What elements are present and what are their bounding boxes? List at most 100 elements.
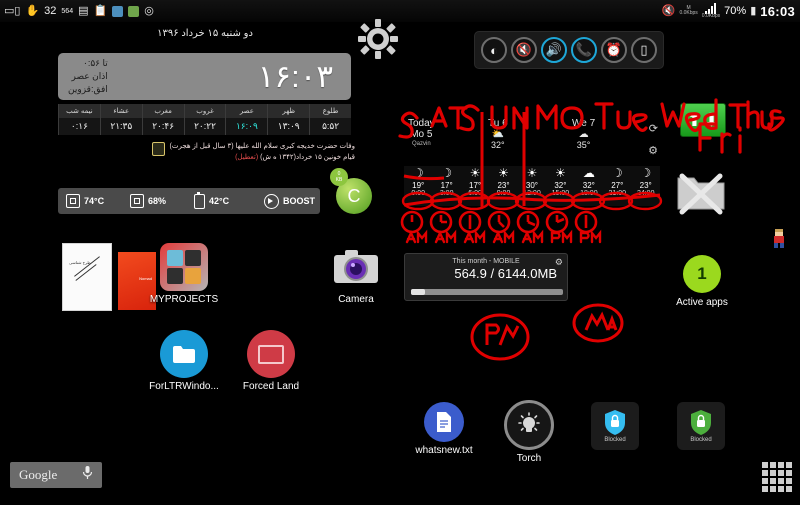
data-usage-value: 564.9 / 6144.0MB: [454, 266, 557, 281]
holiday-badge: (تعطیل): [235, 154, 259, 161]
clipboard-icon: 📋: [93, 4, 108, 17]
hour-time: 9:00: [496, 190, 511, 197]
app-blocked-green[interactable]: Blocked: [658, 402, 744, 450]
moon-icon: ☽: [412, 166, 424, 180]
folder-cancel-icon[interactable]: [672, 168, 730, 216]
battery-temp-icon: [194, 191, 205, 209]
microphone-icon[interactable]: [82, 465, 93, 485]
app-forltrwindow[interactable]: ForLTRWindo...: [141, 330, 227, 392]
apps-grid-icon[interactable]: [762, 462, 792, 492]
hour-cell: ☀ 30° 12:00: [518, 166, 546, 206]
prayer-horizon: افق:قزوین: [68, 84, 108, 94]
sun-icon: ☀: [498, 166, 509, 180]
weather-day-date: We 7: [572, 118, 596, 129]
up-down-arrows-icon[interactable]: ⬆ ⬇: [680, 103, 726, 137]
data-usage-widget[interactable]: ⚙ This month - MOBILE 564.9 / 6144.0MB: [404, 253, 568, 301]
calendar-icon: ▤: [78, 4, 89, 17]
sim-icon: ▭▯: [4, 4, 21, 17]
hour-time: 21:00: [608, 190, 627, 197]
weather-days-row: Today Mo 5 Qazvin Tu 6 ⛅ 32° We 7 ☁ 35° …: [404, 118, 660, 164]
mute-toggle[interactable]: 🔇: [511, 37, 537, 63]
settings-gear-icon[interactable]: [357, 18, 399, 60]
prayer-times-table[interactable]: نیمه شب عشاء مغرب غروب عصر ظهر طلوع ۰:۱۶…: [58, 104, 351, 135]
call-toggle[interactable]: 📞: [571, 37, 597, 63]
hour-cell: ☽ 27° 21:00: [603, 166, 631, 206]
camera-icon: [332, 243, 380, 291]
status-bar-right: 🔇 M 0.0Kbps 0.0Kbps 70% ▮ 16:03: [662, 3, 800, 19]
hour-temp: 32°: [582, 181, 595, 190]
weather-day-date: Tu 6: [488, 118, 508, 129]
status-bar[interactable]: ▭▯ ✋ 32 564 ▤ 📋 ◎ 🔇 M 0.0Kbps 0.0Kbps 70…: [0, 0, 800, 22]
text-file-icon: [424, 402, 464, 442]
weather-hourly-row[interactable]: ☽ 19° 0:00 ☽ 17° 3:00 ☀ 17° 6:00 ☀ 23° 9:00 ☀ 30°…: [404, 166, 660, 206]
weather-city: Qazvin: [412, 141, 431, 147]
alarm-icon: ⏰: [605, 42, 623, 57]
book-white-icon[interactable]: طرح شناسی: [62, 243, 112, 311]
blocked-badge: Blocked: [604, 437, 626, 443]
shield-blue-icon: [112, 5, 124, 17]
app-camera[interactable]: Camera: [313, 243, 399, 305]
moon-icon: ☽: [441, 166, 453, 180]
battery-temp-item: 42°C: [194, 191, 252, 209]
active-apps-widget[interactable]: 1 Active apps: [659, 255, 745, 308]
forced-land-icon: [247, 330, 295, 378]
app-label: whatsnew.txt: [415, 445, 473, 456]
hour-time: 18:00: [580, 190, 598, 197]
quick-toggles-widget[interactable]: ◐ 🔇 🔊 📞 ⏰ ▯: [474, 31, 664, 69]
google-label: Google: [19, 467, 58, 482]
hour-temp: 27°: [611, 181, 624, 190]
rotation-toggle[interactable]: ▯: [631, 37, 657, 63]
cloud-icon: ☁: [582, 166, 595, 180]
gear-icon[interactable]: ⚙: [555, 257, 563, 268]
app-forced-land[interactable]: Forced Land: [228, 330, 314, 392]
prayer-remaining: تا ۰:۵۶: [83, 58, 108, 68]
volume-icon: 🔊: [545, 42, 563, 57]
prayer-table-values: ۰:۱۶ ۲۱:۳۵ ۲۰:۴۶ ۲۰:۲۲ ۱۶:۰۹ ۱۳:۰۹ ۵:۵۲: [58, 118, 351, 135]
data-usage-progress: [411, 289, 563, 295]
hour-temp: 19°: [412, 181, 425, 190]
hour-cell: ☀ 17° 6:00: [461, 166, 489, 206]
weather-day-label: Today: [408, 118, 435, 129]
refresh-icon[interactable]: ⟳: [649, 122, 658, 135]
prayer-header-cell: نیمه شب: [58, 104, 100, 118]
sun-cloud-icon: ☀: [469, 166, 481, 180]
hour-cell: ☽ 17° 3:00: [432, 166, 460, 206]
weather-day-wed[interactable]: We 7 ☁ 35°: [572, 118, 595, 150]
app-label: ForLTRWindo...: [149, 381, 219, 392]
hour-time: 12:00: [523, 190, 541, 197]
boost-button[interactable]: BOOST: [264, 193, 315, 209]
app-whatsnew[interactable]: whatsnew.txt: [401, 402, 487, 456]
google-search-bar[interactable]: Google: [10, 462, 102, 488]
hour-time: 0:00: [411, 190, 426, 197]
app-blocked-blue[interactable]: Blocked: [572, 402, 658, 450]
gear-icon[interactable]: ⚙: [648, 144, 658, 157]
hour-temp: 17°: [469, 181, 482, 190]
volume-toggle[interactable]: 🔊: [541, 37, 567, 63]
app-myprojects[interactable]: MYPROJECTS: [141, 243, 227, 305]
ram-usage-value: 68%: [148, 196, 167, 206]
weather-day-tue[interactable]: Tu 6 ⛅ 32°: [488, 118, 508, 150]
alarm-toggle[interactable]: ⏰: [601, 37, 627, 63]
data-icon: 564: [61, 7, 74, 15]
prayer-table-header: نیمه شب عشاء مغرب غروب عصر ظهر طلوع: [58, 104, 351, 118]
cleaner-widget[interactable]: C 0 KB: [330, 168, 372, 214]
temperature-icon: 32: [44, 5, 57, 17]
mute-icon: 🔇: [515, 42, 533, 57]
folder-icon: [160, 330, 208, 378]
weather-day-today[interactable]: Today Mo 5 Qazvin: [408, 118, 435, 147]
moon-icon: ☽: [640, 166, 652, 180]
brightness-toggle[interactable]: ◐: [481, 37, 507, 63]
prayer-value-cell: ۰:۱۶: [58, 118, 100, 135]
hour-temp: 23°: [497, 181, 510, 190]
weather-day-date: Mo 5: [410, 129, 433, 140]
torch-icon: [504, 400, 554, 450]
prayer-clock-card[interactable]: تا ۰:۵۶ اذان عصر افق:قزوین ۱۶:۰۳: [58, 53, 351, 100]
app-torch[interactable]: Torch: [486, 400, 572, 464]
prayer-name: اذان عصر: [71, 71, 108, 81]
prayer-value-cell: ۵:۵۲: [309, 118, 351, 135]
hour-cell: ☀ 32° 15:00: [546, 166, 574, 206]
active-apps-label: Active apps: [676, 297, 728, 308]
weather-temp: 32°: [491, 140, 505, 150]
performance-bar[interactable]: 74°C 68% 42°C BOOST: [58, 188, 320, 214]
prayer-header-cell: طلوع: [309, 104, 351, 118]
